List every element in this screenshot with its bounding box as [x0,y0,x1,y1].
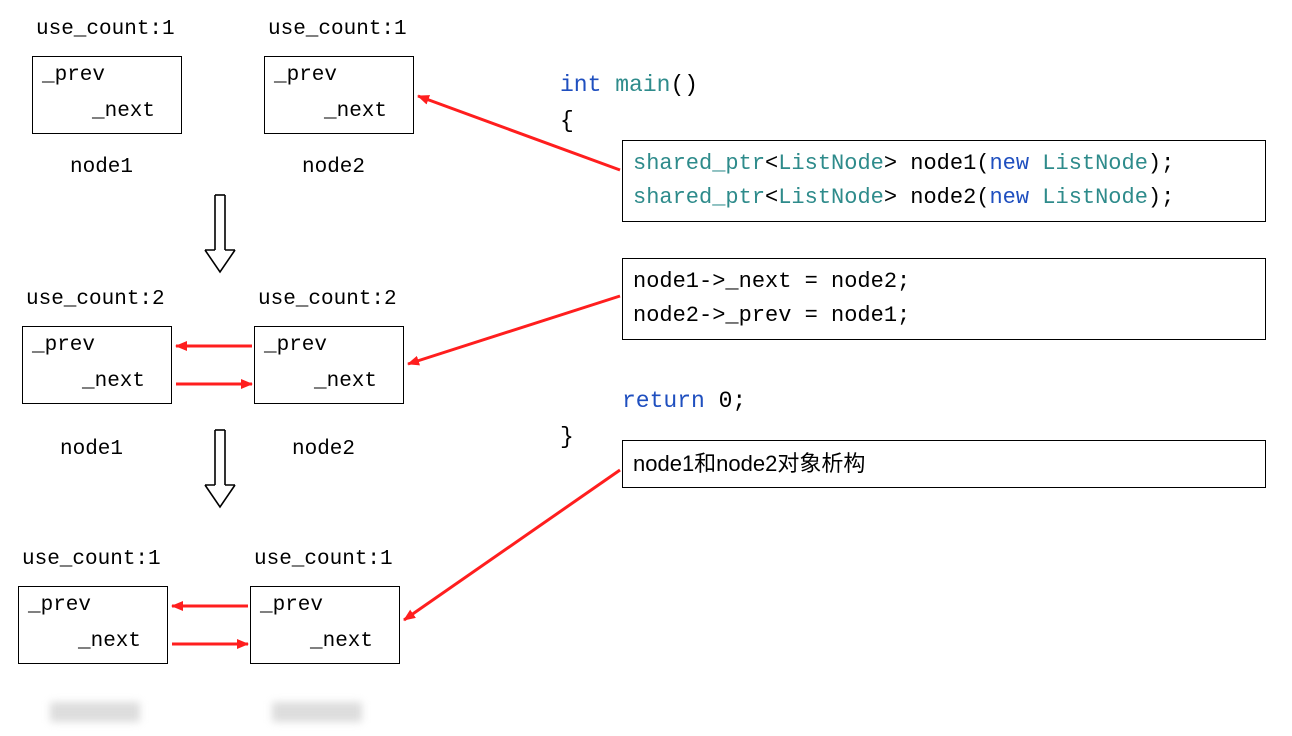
tok-var: node1 [897,151,976,176]
code-box-3-text: node1和node2对象析构 [633,447,1255,481]
stage2-node-left-next: _next [82,370,145,393]
code-parens: () [670,72,698,98]
stage2-usecount-left: use_count:2 [26,288,165,311]
tok-listnode: ListNode [778,151,884,176]
stage3-node-left-next: _next [78,630,141,653]
stage2-node-left-prev: _prev [32,334,95,357]
arrows-layer [0,0,1292,736]
stage1-node-right-prev: _prev [274,64,337,87]
stage2-usecount-right: use_count:2 [258,288,397,311]
tok-return: return [622,388,705,414]
code-fn-main: main [615,72,670,98]
stage1-usecount-left: use_count:1 [36,18,175,41]
tok-new: new [989,185,1029,210]
stage1-node-left-next: _next [92,100,155,123]
code-kw-int: int [560,72,601,98]
tok-close: ); [1148,185,1174,210]
code-line-3: node1->_next = node2; [633,265,1255,299]
stage1-node-left-label: node1 [70,156,133,179]
stage1-node-right-label: node2 [302,156,365,179]
tok-open: ( [976,185,989,210]
tok-sharedptr: shared_ptr [633,151,765,176]
arrow-code2-to-stage2 [408,296,620,364]
arrow-code1-to-stage1 [418,96,620,170]
down-arrow-2 [205,430,235,507]
code-signature: int main() [560,72,698,98]
stage2-node-right-next: _next [314,370,377,393]
code-box-2: node1->_next = node2; node2->_prev = nod… [622,258,1266,340]
tok-open: ( [976,151,989,176]
code-brace-open: { [560,108,574,134]
tok-listnode2: ListNode [1029,185,1148,210]
stage2-node-right-prev: _prev [264,334,327,357]
stage1-node-right-next: _next [324,100,387,123]
tok-lt: < [765,151,778,176]
stage3-usecount-right: use_count:1 [254,548,393,571]
code-box-3: node1和node2对象析构 [622,440,1266,488]
tok-listnode2: ListNode [1029,151,1148,176]
stage3-node-left-label-blur [50,702,140,722]
stage3-node-right-label-blur [272,702,362,722]
down-arrow-1 [205,195,235,272]
arrow-code3-to-stage3 [404,470,620,620]
tok-lt: < [765,185,778,210]
stage3-node-right-prev: _prev [260,594,323,617]
stage1-usecount-right: use_count:1 [268,18,407,41]
tok-var: node2 [897,185,976,210]
stage3-node-left-prev: _prev [28,594,91,617]
tok-zero: 0; [705,388,746,414]
tok-gt: > [884,185,897,210]
tok-close: ); [1148,151,1174,176]
code-line-4: node2->_prev = node1; [633,299,1255,333]
code-line-2: shared_ptr<ListNode> node2(new ListNode)… [633,181,1255,215]
tok-listnode: ListNode [778,185,884,210]
stage2-node-right-label: node2 [292,438,355,461]
stage3-usecount-left: use_count:1 [22,548,161,571]
code-return: return 0; [622,388,746,414]
code-line-1: shared_ptr<ListNode> node1(new ListNode)… [633,147,1255,181]
code-brace-close: } [560,424,574,450]
tok-new: new [989,151,1029,176]
tok-sharedptr: shared_ptr [633,185,765,210]
stage1-node-left-prev: _prev [42,64,105,87]
stage3-node-right-next: _next [310,630,373,653]
code-box-1: shared_ptr<ListNode> node1(new ListNode)… [622,140,1266,222]
tok-gt: > [884,151,897,176]
stage2-node-left-label: node1 [60,438,123,461]
